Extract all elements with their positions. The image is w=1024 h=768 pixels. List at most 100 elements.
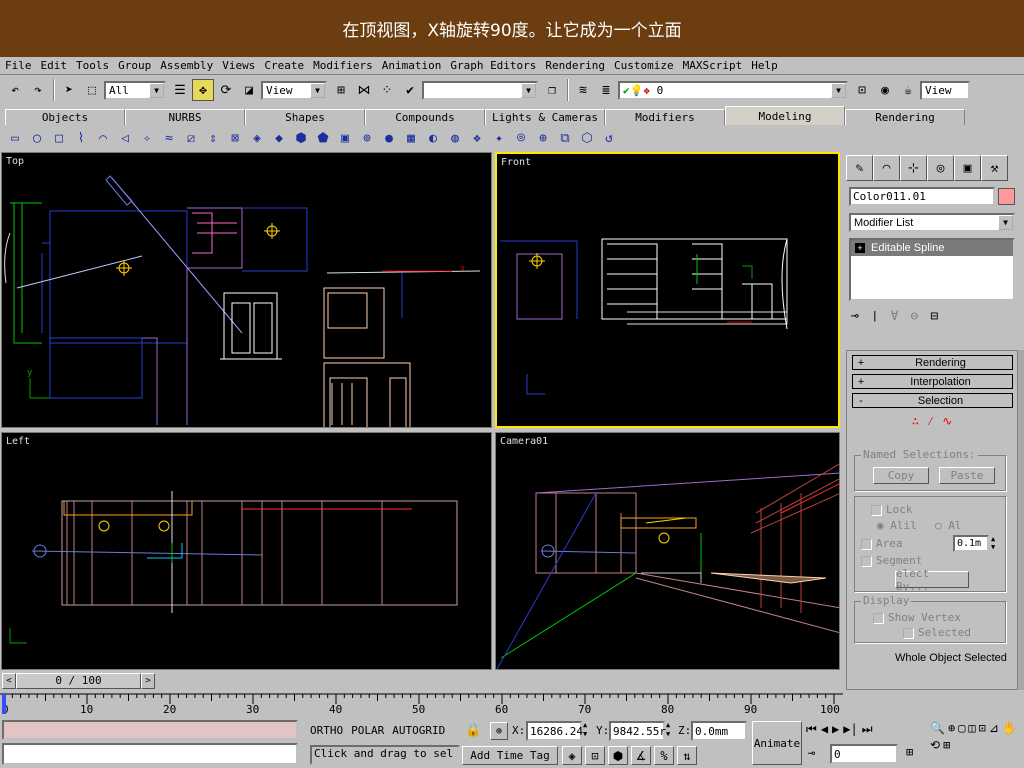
previous-frame-icon[interactable]: ◀ <box>821 722 828 737</box>
vertex-level-icon[interactable]: ∴ <box>912 414 919 429</box>
zoom-region-icon[interactable]: ⊡ <box>979 721 986 735</box>
layer-manager-icon[interactable]: ≋ <box>572 79 594 101</box>
select-arrow-icon[interactable]: ➤ <box>58 79 80 101</box>
al-option[interactable]: ○ Al <box>935 519 962 532</box>
face-extrude-icon[interactable]: ✦ <box>489 128 509 148</box>
go-to-end-icon[interactable]: ⏭ <box>862 722 873 737</box>
selection-lock-icon[interactable]: ◈ <box>562 746 582 765</box>
zoom-all-icon[interactable]: ⊕ <box>948 721 955 735</box>
material-editor-icon[interactable]: ◉ <box>874 79 896 101</box>
select-by-name-icon[interactable]: ☰ <box>169 79 191 101</box>
show-vertex-option[interactable]: Show Vertex <box>873 611 961 624</box>
create-tab-icon[interactable]: ✎ <box>846 155 873 181</box>
reset-xform-icon[interactable]: ↺ <box>599 128 619 148</box>
viewport-top-label[interactable]: Top <box>6 156 24 167</box>
reference-coord-dropdown[interactable]: View ▼ <box>261 80 327 100</box>
viewport-left[interactable]: Left <box>1 432 492 670</box>
viewport-camera-label[interactable]: Camera01 <box>500 436 548 447</box>
tab-shapes[interactable]: Shapes <box>245 109 365 125</box>
area-checkbox[interactable] <box>861 538 872 550</box>
expand-plus-icon[interactable]: + <box>855 243 865 253</box>
menu-animation[interactable]: Animation <box>382 59 442 72</box>
named-sets-icon[interactable]: ❐ <box>541 79 563 101</box>
wave-icon[interactable]: ≈ <box>159 128 179 148</box>
edit-mesh-icon[interactable]: ◈ <box>247 128 267 148</box>
polar-mode[interactable]: POLAR <box>351 724 384 737</box>
align-icon[interactable]: ✔ <box>399 79 421 101</box>
show-vertex-checkbox[interactable] <box>873 612 884 624</box>
schematic-view-icon[interactable]: ⊡ <box>851 79 873 101</box>
motion-tab-icon[interactable]: ◎ <box>927 155 954 181</box>
maximize-viewport-icon[interactable]: ⊞ <box>943 738 950 752</box>
circle-spline-icon[interactable]: ◯ <box>27 128 47 148</box>
layer-dropdown[interactable]: ✔💡❖ 0 ▼ <box>618 80 848 100</box>
current-frame-field[interactable]: 0 <box>830 744 898 764</box>
layer-props-icon[interactable]: ≣ <box>595 79 617 101</box>
menu-tools[interactable]: Tools <box>76 59 109 72</box>
menu-views[interactable]: Views <box>222 59 255 72</box>
viewport-front[interactable]: Front <box>495 152 840 428</box>
normal-icon[interactable]: ⬟ <box>313 128 333 148</box>
lock-option[interactable]: Lock <box>871 503 913 516</box>
go-to-start-icon[interactable]: ⏮ <box>806 722 817 737</box>
grid-icon[interactable]: ▦ <box>401 128 421 148</box>
menu-maxscript[interactable]: MAXScript <box>683 59 743 72</box>
time-config-icon[interactable]: ⊞ <box>906 745 913 759</box>
prev-frame-icon[interactable]: < <box>2 673 16 689</box>
cap-holes-icon[interactable]: ⌾ <box>511 128 531 148</box>
tab-nurbs[interactable]: NURBS <box>125 109 245 125</box>
area-option[interactable]: Area <box>861 537 903 550</box>
time-slider-thumb[interactable]: 0 / 100 <box>16 673 141 689</box>
box-spline-icon[interactable]: □ <box>49 128 69 148</box>
move-icon[interactable]: ✥ <box>192 79 214 101</box>
region-select-icon[interactable]: ⬚ <box>81 79 103 101</box>
lathe-icon[interactable]: ⊚ <box>357 128 377 148</box>
array-icon[interactable]: ⁘ <box>376 79 398 101</box>
spinner-snap-icon[interactable]: ⇅ <box>677 746 697 765</box>
object-snap-icon[interactable]: ⬢ <box>608 746 628 765</box>
tab-modeling[interactable]: Modeling <box>725 106 845 125</box>
shell-icon[interactable]: ⬡ <box>577 128 597 148</box>
play-icon[interactable]: ▶ <box>832 722 839 737</box>
add-time-tag-button[interactable]: Add Time Tag <box>462 746 558 765</box>
hierarchy-tab-icon[interactable]: ⊹ <box>900 155 927 181</box>
modify-tab-icon[interactable]: ◠ <box>873 155 900 181</box>
animate-button[interactable]: Animate <box>752 721 802 765</box>
maxscript-listener[interactable] <box>2 720 298 740</box>
bend-icon[interactable]: ⌇ <box>71 128 91 148</box>
remove-modifier-icon[interactable]: ⊖ <box>910 309 918 324</box>
menu-file[interactable]: File <box>5 59 32 72</box>
noise-icon[interactable]: ✧ <box>137 128 157 148</box>
pin-stack-icon[interactable]: ⊸ <box>851 309 859 324</box>
x-coordinate-field[interactable]: 16286.24 <box>526 721 583 741</box>
extrude-icon[interactable]: ▣ <box>335 128 355 148</box>
rectangle-spline-icon[interactable]: ▭ <box>5 128 25 148</box>
z-coordinate-field[interactable]: 0.0mm <box>691 721 747 741</box>
scale-icon[interactable]: ◪ <box>238 79 260 101</box>
menu-graph-editors[interactable]: Graph Editors <box>450 59 536 72</box>
field-of-view-icon[interactable]: ⊿ <box>989 721 999 735</box>
alil-option[interactable]: ◉ Alil <box>877 519 917 532</box>
maxscript-input[interactable] <box>2 743 298 765</box>
rollout-selection[interactable]: - Selection <box>852 393 1013 408</box>
render-view-field[interactable]: View <box>920 80 970 100</box>
rotate-icon[interactable]: ⟳ <box>215 79 237 101</box>
copy-button[interactable]: Copy <box>873 467 929 484</box>
named-selection-dropdown[interactable]: ▼ <box>422 80 538 100</box>
menu-create[interactable]: Create <box>264 59 304 72</box>
stretch-icon[interactable]: ⇕ <box>203 128 223 148</box>
al-radio[interactable]: ○ <box>935 519 948 532</box>
tab-objects[interactable]: Objects <box>5 109 125 125</box>
rollout-interpolation[interactable]: + Interpolation <box>852 374 1013 389</box>
autogrid-mode[interactable]: AUTOGRID <box>392 724 445 737</box>
edit-poly-icon[interactable]: ◆ <box>269 128 289 148</box>
track-bar[interactable]: 0 10 20 30 40 50 60 70 80 90 100 <box>0 692 843 718</box>
tab-modifiers[interactable]: Modifiers <box>605 109 725 125</box>
menu-customize[interactable]: Customize <box>614 59 674 72</box>
angle-snap-icon[interactable]: ∡ <box>631 746 651 765</box>
next-frame-icon[interactable]: > <box>141 673 155 689</box>
display-tab-icon[interactable]: ▣ <box>954 155 981 181</box>
lock-checkbox[interactable] <box>871 504 882 516</box>
optimize-icon[interactable]: ◐ <box>423 128 443 148</box>
object-name-field[interactable]: Color011.01 <box>849 187 995 206</box>
